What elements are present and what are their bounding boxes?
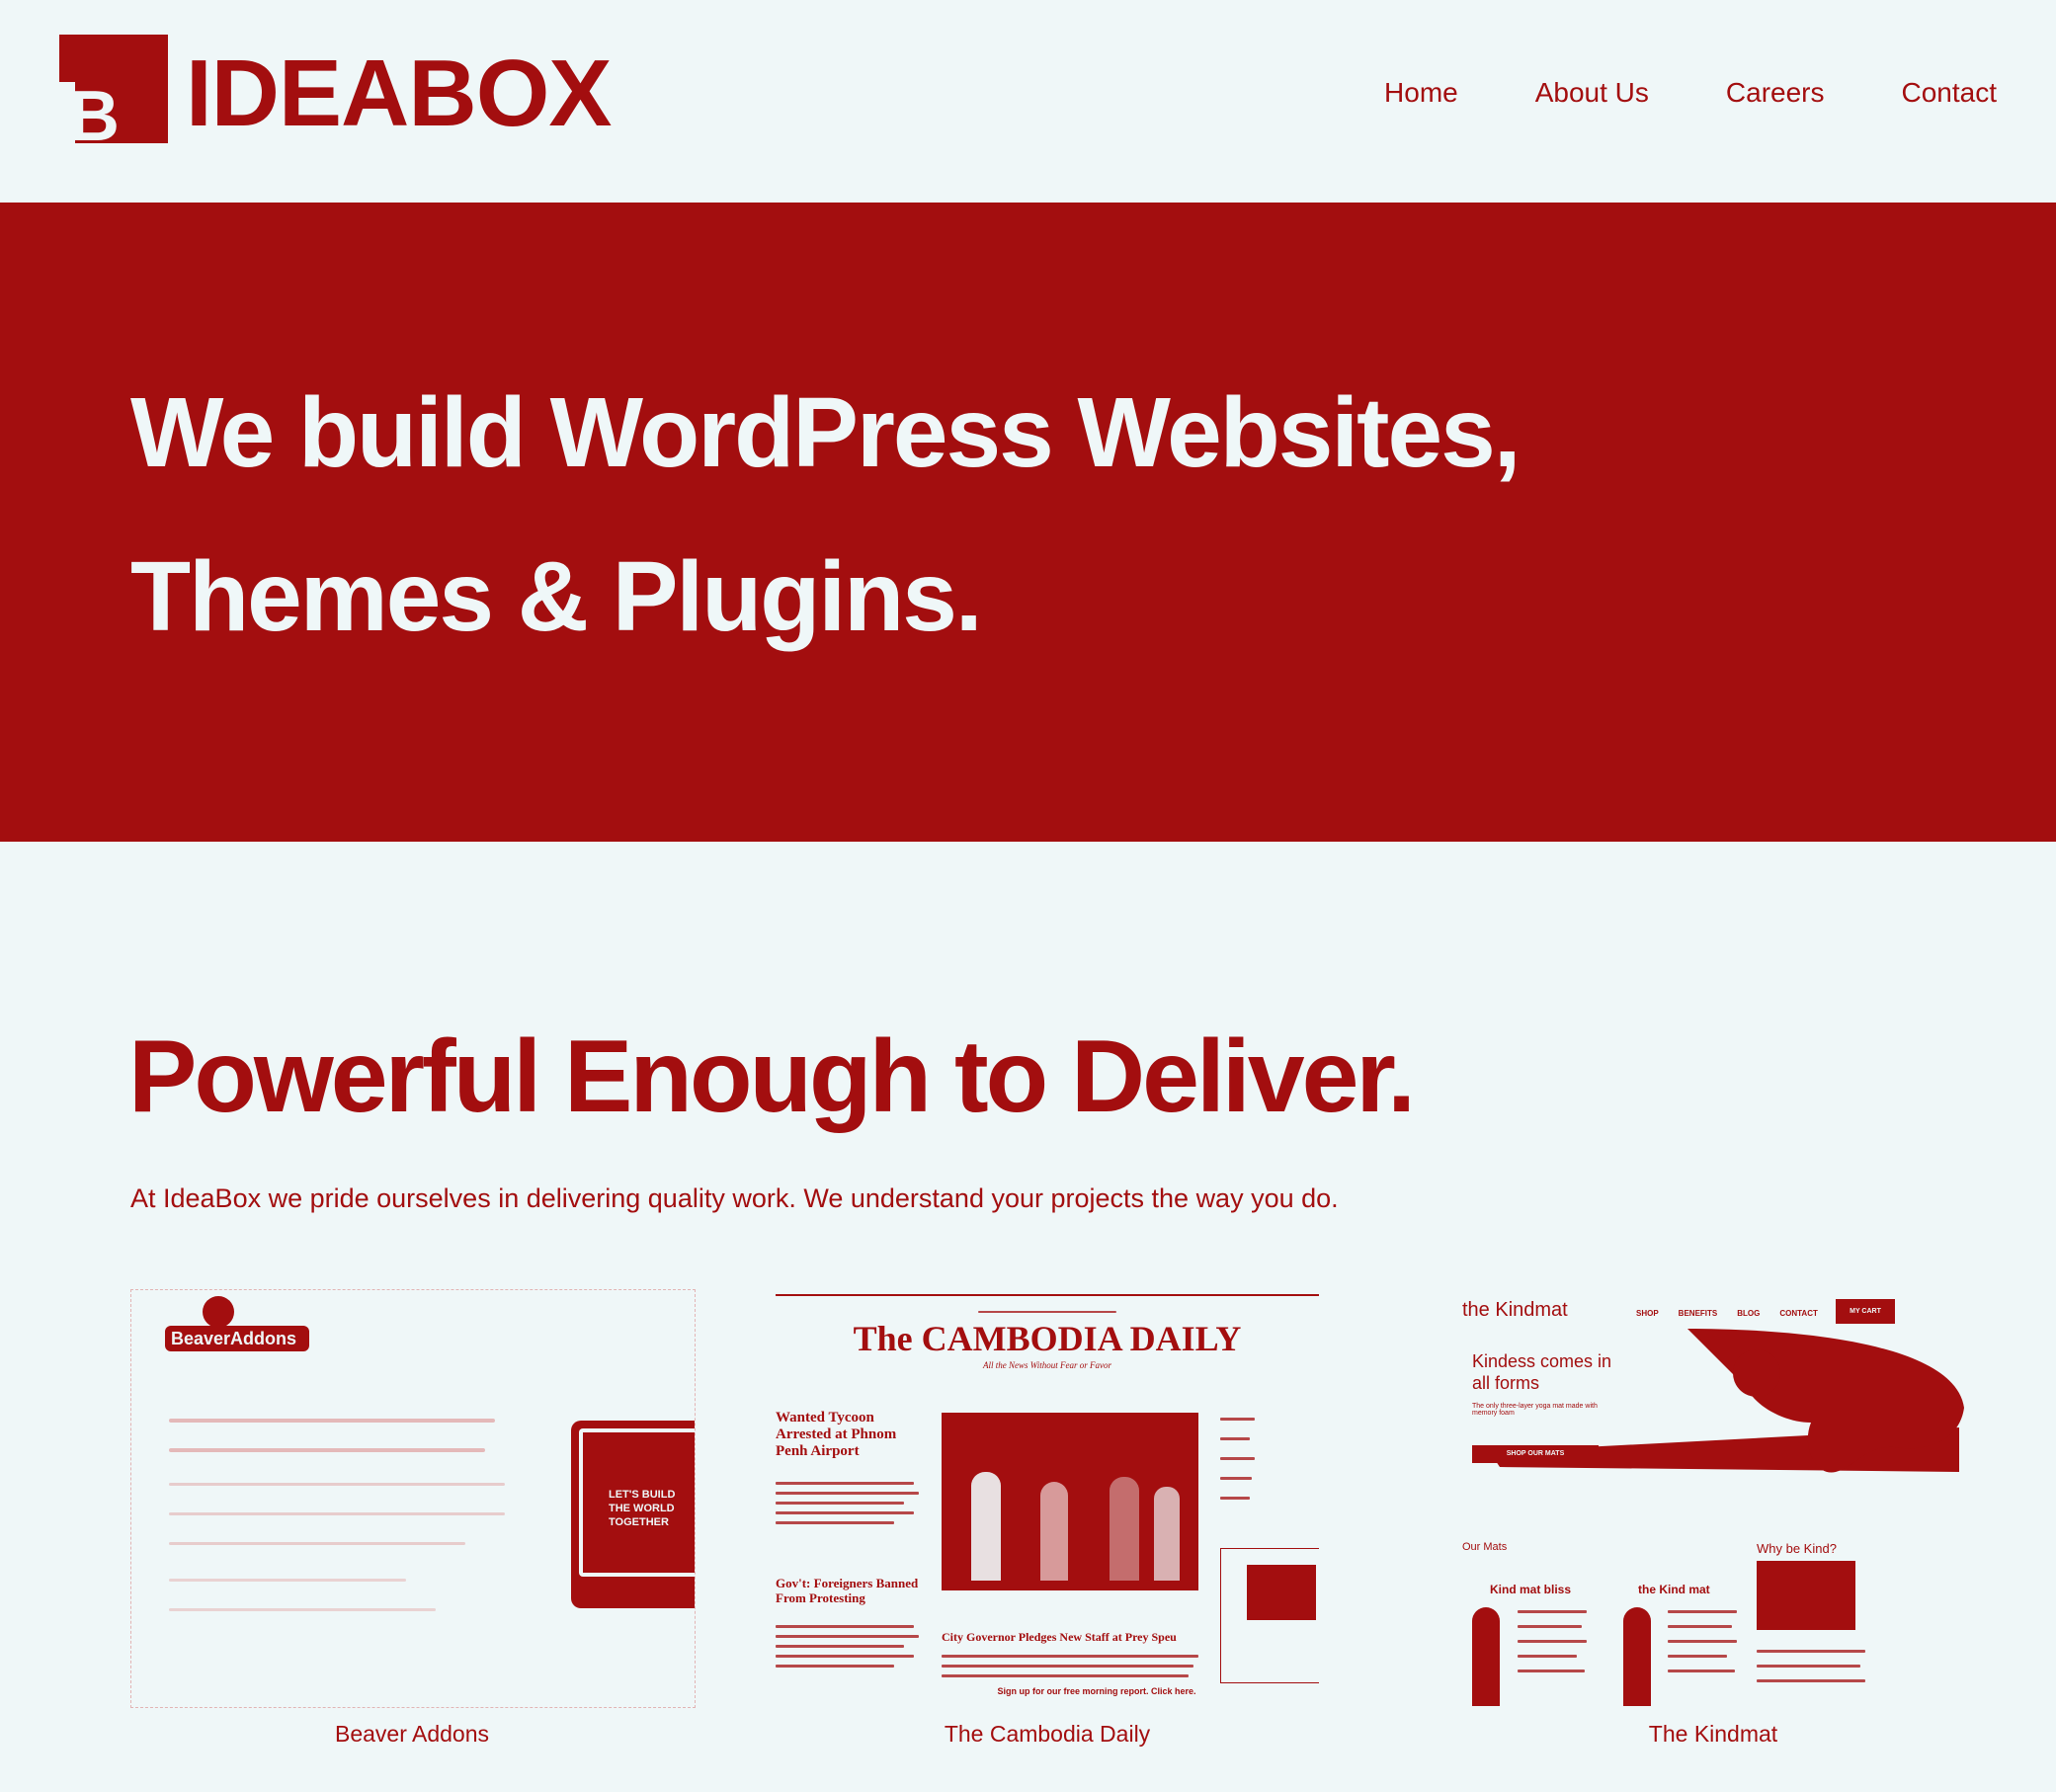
portfolio-card-beaver-addons[interactable]: BeaverAddons LET'S BUILD THE WORLD TOGET… (130, 1289, 696, 1747)
hero-line-1: We build WordPress Websites, (130, 377, 1521, 488)
logo-letter: B (68, 77, 120, 143)
beaver-logo-icon: BeaverAddons (165, 1296, 309, 1351)
portfolio-caption[interactable]: The Cambodia Daily (776, 1721, 1319, 1748)
logo-mark-icon: B (59, 35, 168, 156)
kindmat-card1-title: Kind mat bliss (1490, 1583, 1572, 1596)
hero-banner: We build WordPress Websites, Themes & Pl… (0, 203, 2056, 842)
news-photo (942, 1413, 1198, 1590)
section-title: Powerful Enough to Deliver. (128, 1019, 1416, 1134)
site-header: B IDEABOX Home About Us Careers Contact (0, 0, 2056, 203)
device-text-3: TOGETHER (609, 1516, 669, 1528)
portfolio-card-cambodia-daily[interactable]: The CAMBODIA DAILY All the News Without … (776, 1289, 1319, 1747)
kindmat-menu-shop: SHOP (1636, 1309, 1659, 1318)
newspaper-tagline: All the News Without Fear or Favor (983, 1360, 1111, 1370)
kindmat-shop-button: SHOP OUR MATS (1472, 1445, 1599, 1463)
portfolio-caption[interactable]: Beaver Addons (130, 1721, 694, 1748)
kindmat-cart: MY CART (1836, 1299, 1895, 1324)
section-subtitle: At IdeaBox we pride ourselves in deliver… (130, 1183, 1339, 1213)
nav-contact[interactable]: Contact (1902, 77, 1998, 109)
device-mockup: LET'S BUILD THE WORLD TOGETHER (571, 1421, 695, 1608)
device-text-2: THE WORLD (609, 1503, 675, 1514)
hero-line-2: Themes & Plugins. (130, 541, 983, 652)
nav-careers[interactable]: Careers (1726, 77, 1825, 109)
newsletter-cta: Sign up for our free morning report. Cli… (997, 1686, 1196, 1696)
portfolio-thumbnail[interactable]: BeaverAddons LET'S BUILD THE WORLD TOGET… (130, 1289, 696, 1708)
kindmat-card2-title: the Kind mat (1638, 1583, 1710, 1596)
ideabox-logo[interactable]: B IDEABOX (59, 30, 612, 156)
portfolio-thumbnail[interactable]: The CAMBODIA DAILY All the News Without … (776, 1289, 1319, 1706)
portfolio-card-kindmat[interactable]: the Kindmat SHOP BENEFITS BLOG CONTACT M… (1460, 1289, 1966, 1747)
kindmat-hero-text: Kindess comes in all forms (1472, 1351, 1612, 1393)
main-nav: Home About Us Careers Contact (1384, 77, 1997, 109)
headline-3: City Governor Pledges New Staff at Prey … (942, 1630, 1177, 1644)
portfolio-thumbnail[interactable]: the Kindmat SHOP BENEFITS BLOG CONTACT M… (1460, 1289, 1966, 1706)
kindmat-menu-contact: CONTACT (1779, 1309, 1818, 1318)
nav-home[interactable]: Home (1384, 77, 1458, 109)
kindmat-menu-blog: BLOG (1737, 1309, 1761, 1318)
nav-about-us[interactable]: About Us (1535, 77, 1649, 109)
kindmat-hero-small: The only three-layer yoga mat made with … (1472, 1403, 1598, 1417)
headline-1: Wanted Tycoon Arrested at Phnom Penh Air… (776, 1410, 897, 1459)
beaver-logo-text: BeaverAddons (171, 1329, 296, 1348)
kindmat-logo: the Kindmat (1462, 1299, 1568, 1321)
brand-name: IDEABOX (186, 41, 612, 146)
portfolio-caption[interactable]: The Kindmat (1460, 1721, 1966, 1748)
newspaper-masthead: The CAMBODIA DAILY (853, 1319, 1242, 1358)
device-text-1: LET'S BUILD (609, 1489, 676, 1501)
kindmat-menu-benefits: BENEFITS (1678, 1309, 1718, 1318)
headline-2: Gov't: Foreigners Banned From Protesting (776, 1576, 919, 1605)
kindmat-col2-title: Why be Kind? (1757, 1541, 1837, 1556)
hero-heading: We build WordPress Websites, Themes & Pl… (130, 351, 1810, 679)
kindmat-col1-title: Our Mats (1462, 1541, 1508, 1553)
